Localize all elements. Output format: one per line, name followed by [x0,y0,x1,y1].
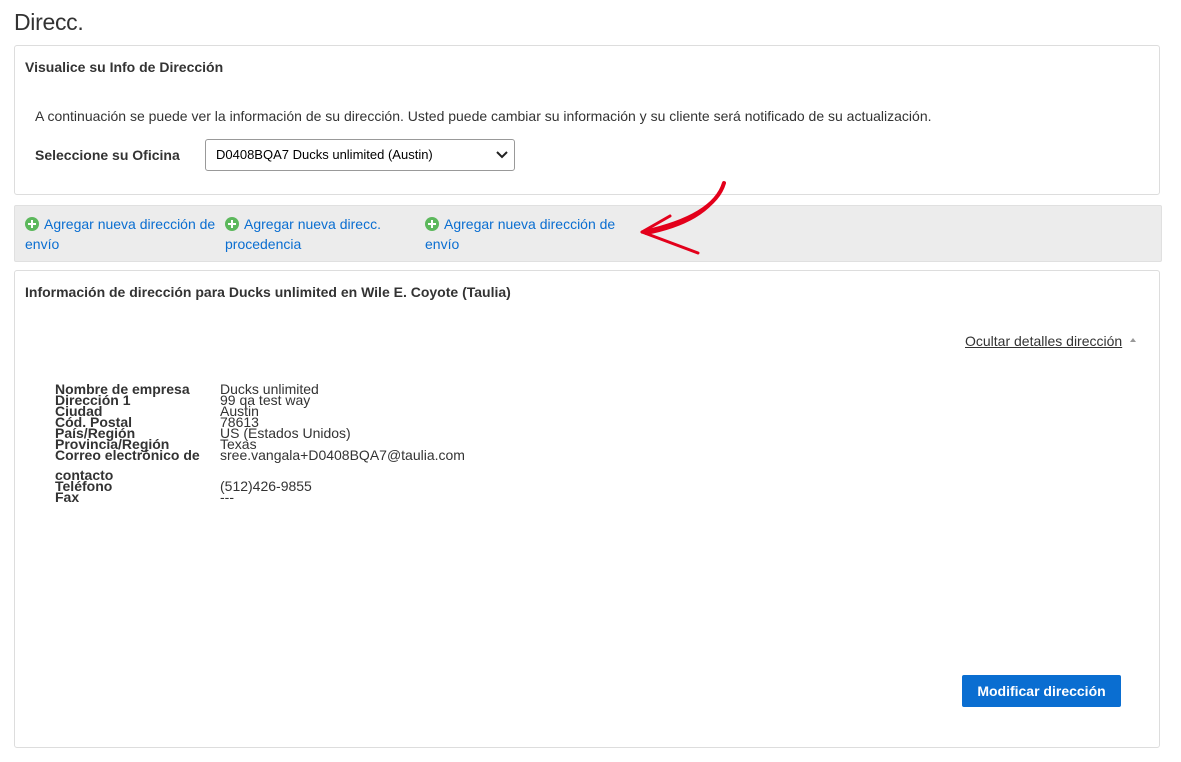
add-origin-address-link[interactable]: Agregar nueva direcc. procedencia [225,214,405,254]
address-info-panel: Información de dirección para Ducks unli… [14,270,1160,748]
office-label: Seleccione su Oficina [35,147,180,163]
add-shipping-address-link[interactable]: Agregar nueva dirección de envío [25,214,220,254]
hide-address-details-link[interactable]: Ocultar detalles dirección [965,333,1137,349]
office-select[interactable]: D0408BQA7 Ducks unlimited (Austin) [205,139,515,171]
chevron-down-icon [496,151,508,159]
add-shipping-address-label: Agregar nueva dirección de envío [25,216,216,252]
red-arrow-annotation [640,181,726,255]
plus-circle-icon [425,217,439,231]
action-bar: Agregar nueva dirección de envío Agregar… [14,205,1162,262]
add-shipping-address-link-2[interactable]: Agregar nueva dirección de envío [425,214,625,254]
detail-value: --- [220,489,234,505]
view-panel-title: Visualice su Info de Dirección [25,59,224,75]
detail-value: sree.vangala+D0408BQA7@taulia.com [220,447,465,463]
plus-circle-icon [225,217,239,231]
detail-label: Fax [55,489,80,505]
caret-up-icon [1130,338,1137,342]
hide-address-details-label: Ocultar detalles dirección [965,333,1123,349]
office-select-value: D0408BQA7 Ducks unlimited (Austin) [216,147,433,162]
page-title: Direcc. [14,9,84,35]
plus-circle-icon [25,217,39,231]
intro-text: A continuación se puede ver la informaci… [35,108,932,124]
info-panel-title: Información de dirección para Ducks unli… [25,284,511,300]
modify-address-button[interactable]: Modificar dirección [962,675,1121,707]
add-shipping-address-label-2: Agregar nueva dirección de envío [425,216,616,252]
view-address-panel: Visualice su Info de Dirección A continu… [14,45,1160,195]
add-origin-address-label: Agregar nueva direcc. procedencia [225,216,381,252]
